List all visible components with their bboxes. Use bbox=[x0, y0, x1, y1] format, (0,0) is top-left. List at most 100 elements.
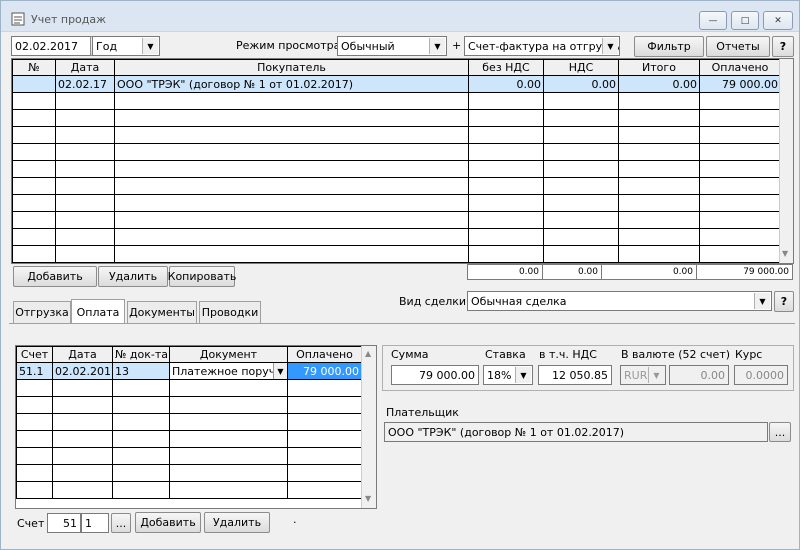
table-cell[interactable] bbox=[618, 211, 700, 229]
table-cell[interactable] bbox=[468, 228, 544, 246]
table-cell[interactable] bbox=[543, 228, 619, 246]
doc-type-select[interactable]: Счет-фактура на отгрузку ▼ bbox=[464, 36, 620, 56]
tab-postings[interactable]: Проводки bbox=[199, 301, 261, 323]
reports-button[interactable]: Отчеты bbox=[706, 36, 770, 57]
table-row[interactable]: 02.02.17 ООО "ТРЭК" (договор № 1 от 01.02… bbox=[12, 75, 781, 93]
table-cell[interactable] bbox=[55, 126, 115, 144]
column-header[interactable]: Документ bbox=[169, 346, 288, 363]
delete-button[interactable]: Удалить bbox=[98, 266, 168, 287]
table-row[interactable] bbox=[12, 177, 781, 195]
table-cell[interactable] bbox=[52, 396, 113, 414]
table-cell[interactable] bbox=[287, 481, 362, 499]
table-cell[interactable] bbox=[112, 464, 170, 482]
column-header[interactable]: № док-та bbox=[112, 346, 170, 363]
table-cell[interactable] bbox=[468, 109, 544, 127]
table-cell[interactable] bbox=[114, 228, 469, 246]
table-cell[interactable] bbox=[12, 109, 56, 127]
table-row[interactable] bbox=[16, 447, 362, 465]
column-header[interactable]: Дата bbox=[55, 59, 115, 76]
column-header[interactable]: без НДС bbox=[468, 59, 544, 76]
table-cell[interactable] bbox=[468, 245, 544, 263]
scroll-up-icon[interactable]: ▲ bbox=[365, 349, 371, 358]
table-row[interactable] bbox=[16, 396, 362, 414]
table-cell[interactable] bbox=[287, 447, 362, 465]
table-cell[interactable] bbox=[12, 194, 56, 212]
copy-button[interactable]: Копировать bbox=[168, 266, 236, 287]
table-cell[interactable] bbox=[618, 109, 700, 127]
table-cell[interactable] bbox=[114, 245, 469, 263]
table-cell[interactable] bbox=[16, 430, 53, 448]
currency-amount[interactable]: 0.00 bbox=[669, 365, 729, 385]
help-button[interactable]: ? bbox=[772, 36, 794, 57]
rate-select[interactable]: 18% ▼ bbox=[483, 365, 533, 385]
table-cell[interactable] bbox=[543, 160, 619, 178]
table-row[interactable] bbox=[16, 379, 362, 397]
tab-payment[interactable]: Оплата bbox=[71, 299, 125, 324]
table-cell[interactable] bbox=[12, 75, 56, 93]
table-cell[interactable] bbox=[16, 447, 53, 465]
sum-field[interactable]: 79 000.00 bbox=[391, 365, 479, 385]
table-cell[interactable] bbox=[468, 92, 544, 110]
table-cell[interactable]: 0.00 bbox=[618, 75, 700, 93]
table-cell[interactable] bbox=[55, 228, 115, 246]
table-cell[interactable]: 79 000.00 bbox=[287, 362, 362, 380]
table-cell[interactable] bbox=[12, 126, 56, 144]
table-cell[interactable] bbox=[287, 464, 362, 482]
table-cell[interactable] bbox=[114, 194, 469, 212]
table-cell[interactable] bbox=[55, 109, 115, 127]
table-cell[interactable] bbox=[12, 245, 56, 263]
table-cell[interactable] bbox=[169, 430, 288, 448]
column-header[interactable]: Оплачено bbox=[287, 346, 362, 363]
table-cell[interactable] bbox=[618, 245, 700, 263]
table-cell[interactable] bbox=[699, 194, 781, 212]
scroll-down-icon[interactable]: ▼ bbox=[365, 494, 371, 503]
column-header[interactable]: Оплачено bbox=[699, 59, 781, 76]
table-cell[interactable] bbox=[287, 413, 362, 431]
table-cell[interactable] bbox=[543, 194, 619, 212]
scroll-down-icon[interactable]: ▼ bbox=[782, 249, 788, 258]
deal-help-button[interactable]: ? bbox=[774, 291, 794, 312]
table-cell[interactable] bbox=[618, 194, 700, 212]
table-cell[interactable]: 13 bbox=[112, 362, 170, 380]
table-cell[interactable] bbox=[55, 194, 115, 212]
table-cell[interactable] bbox=[287, 396, 362, 414]
table-row[interactable] bbox=[12, 126, 781, 144]
table-cell[interactable] bbox=[114, 160, 469, 178]
table-cell[interactable] bbox=[12, 160, 56, 178]
table-cell[interactable] bbox=[114, 109, 469, 127]
table-cell[interactable] bbox=[169, 379, 288, 397]
table-cell[interactable] bbox=[16, 379, 53, 397]
table-cell[interactable] bbox=[112, 379, 170, 397]
subaccount-field[interactable]: 1 bbox=[81, 513, 109, 533]
table-cell[interactable] bbox=[699, 109, 781, 127]
table-cell[interactable] bbox=[468, 126, 544, 144]
table-cell[interactable] bbox=[618, 143, 700, 161]
column-header[interactable]: Итого bbox=[618, 59, 700, 76]
table-cell[interactable] bbox=[699, 92, 781, 110]
table-cell[interactable] bbox=[114, 126, 469, 144]
payments-scrollbar[interactable]: ▲ ▼ bbox=[361, 346, 376, 508]
table-row[interactable] bbox=[16, 413, 362, 431]
table-cell[interactable] bbox=[543, 177, 619, 195]
table-cell[interactable] bbox=[16, 396, 53, 414]
table-cell[interactable]: 0.00 bbox=[543, 75, 619, 93]
table-cell[interactable] bbox=[699, 143, 781, 161]
table-cell[interactable] bbox=[169, 447, 288, 465]
table-cell[interactable] bbox=[618, 160, 700, 178]
table-cell[interactable] bbox=[287, 430, 362, 448]
table-cell[interactable]: 79 000.00 bbox=[699, 75, 781, 93]
table-cell[interactable] bbox=[468, 160, 544, 178]
table-cell[interactable] bbox=[52, 430, 113, 448]
table-cell[interactable] bbox=[699, 211, 781, 229]
table-cell[interactable] bbox=[543, 126, 619, 144]
table-cell[interactable] bbox=[169, 464, 288, 482]
maximize-button[interactable]: □ bbox=[731, 11, 759, 30]
table-row[interactable] bbox=[12, 109, 781, 127]
table-cell[interactable] bbox=[468, 194, 544, 212]
table-cell[interactable] bbox=[699, 160, 781, 178]
table-row[interactable] bbox=[12, 211, 781, 229]
table-cell[interactable] bbox=[618, 92, 700, 110]
chevron-down-icon[interactable]: ▼ bbox=[273, 363, 287, 379]
table-cell[interactable] bbox=[114, 143, 469, 161]
table-row[interactable] bbox=[12, 92, 781, 110]
